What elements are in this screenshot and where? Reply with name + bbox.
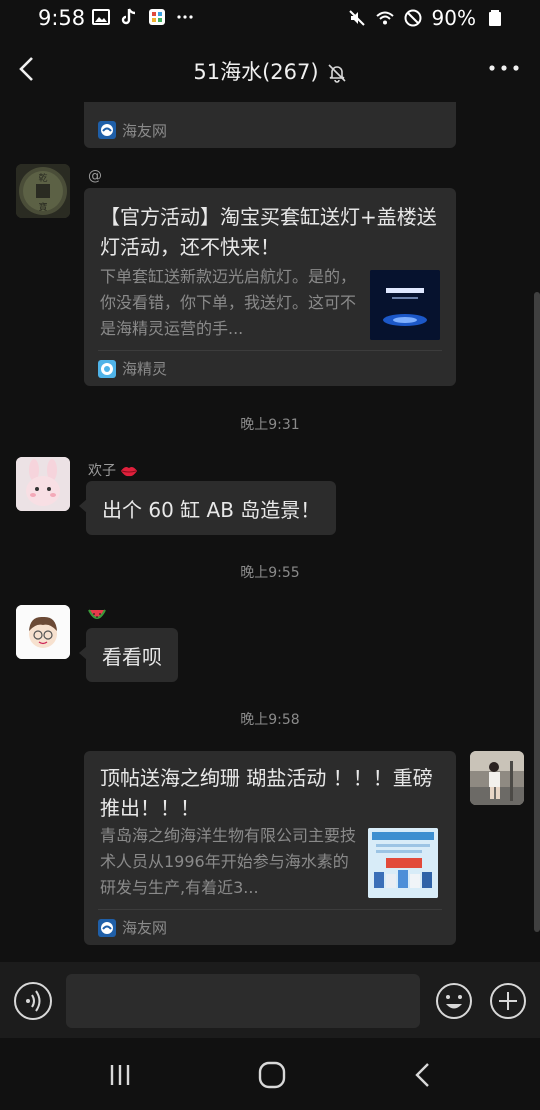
card-description: 下单套缸送新款迈光启航灯。是的，你没看错，你下单，我送灯。这可不是海精灵运营的手…: [100, 267, 356, 338]
system-nav-bar: [0, 1038, 540, 1110]
message-input[interactable]: [66, 974, 420, 1028]
my-avatar[interactable]: [470, 751, 524, 805]
svg-text:乾: 乾: [38, 172, 47, 184]
card-description: 青岛海之绚海洋生物有限公司主要技术人员从1996年开始参与海水素的研发与生产,有…: [100, 826, 357, 897]
battery-percent: 90%: [431, 6, 476, 30]
watermelon-emoji-icon: [88, 609, 106, 619]
haiyouwang-logo-icon: [98, 918, 116, 937]
message-list[interactable]: 海友网 乾 寶 @ 【官方活动】淘宝买套缸送灯+盖楼送灯活动，还不快来！ 下单套…: [0, 102, 540, 962]
chat-header: 51海水(267): [0, 36, 540, 102]
status-bar: 9:58 90%: [0, 0, 540, 36]
card-title: 【官方活动】淘宝买套缸送灯+盖楼送灯活动，还不快来！: [100, 205, 437, 259]
chat-title: 51海水(267): [0, 56, 540, 86]
coin-avatar-icon: 乾 寶: [16, 164, 70, 218]
svg-text:寶: 寶: [38, 201, 47, 213]
timestamp: 晚上9:58: [240, 712, 300, 728]
card-source-name: 海友网: [122, 919, 168, 937]
more-dots-icon[interactable]: [488, 62, 520, 74]
haiyouwang-logo-icon: [98, 121, 116, 139]
notification-icons: [92, 8, 194, 26]
app-store-icon: [149, 9, 165, 25]
link-card[interactable]: 海友网: [84, 102, 456, 148]
battery-icon: [489, 10, 501, 26]
voice-icon: [26, 990, 41, 1012]
sender-name: @: [88, 168, 102, 184]
haijingling-logo-icon: [98, 359, 116, 378]
sender-name: 欢子: [88, 460, 138, 480]
nav-back-icon[interactable]: [402, 1060, 442, 1090]
timestamp: 晚上9:31: [240, 417, 300, 433]
bunny-avatar-icon: [16, 457, 70, 511]
mute-bell-icon: [328, 64, 346, 83]
plus-icon[interactable]: [489, 982, 527, 1020]
scrollbar[interactable]: [534, 292, 540, 932]
coral-salt-promo-image: [368, 828, 438, 898]
link-card[interactable]: 顶帖送海之绚珊 瑚盐活动 ！！！重磅推出！！！ 青岛海之绚海洋生物有限公司主要技…: [84, 751, 456, 945]
lips-emoji-icon: [121, 467, 138, 477]
group-name: 51海水(267): [193, 60, 319, 84]
cartoon-boy-avatar-icon: [16, 605, 70, 659]
timestamp: 晚上9:55: [240, 565, 300, 581]
card-source-name: 海友网: [122, 121, 168, 140]
photo-avatar-icon: [470, 751, 524, 805]
avatar[interactable]: [16, 605, 70, 659]
home-icon[interactable]: [252, 1060, 292, 1090]
more-notifications-icon: [177, 15, 193, 19]
card-source-name: 海精灵: [122, 360, 168, 378]
card-thumbnail: [368, 828, 438, 898]
mute-icon: [348, 10, 365, 26]
voice-button[interactable]: [14, 982, 52, 1020]
card-source: 海精灵: [98, 350, 442, 386]
wifi-icon: [375, 11, 394, 25]
message-bubble[interactable]: 看看呗: [79, 628, 178, 682]
emoji-icon[interactable]: [435, 982, 473, 1020]
recents-icon[interactable]: [100, 1060, 140, 1090]
link-card[interactable]: 【官方活动】淘宝买套缸送灯+盖楼送灯活动，还不快来！ 下单套缸送新款迈光启航灯。…: [84, 188, 456, 386]
status-time: 9:58: [38, 6, 86, 30]
status-right: 90%: [348, 6, 504, 30]
gallery-icon: [92, 9, 110, 25]
sender-name: [88, 607, 106, 623]
do-not-disturb-icon: [404, 9, 422, 27]
card-source: 海友网: [98, 112, 442, 148]
card-title: 顶帖送海之绚珊 瑚盐活动 ！！！重磅推出！！！: [100, 766, 433, 820]
lamp-promo-image: [370, 270, 440, 340]
input-bar: [0, 962, 540, 1038]
card-source: 海友网: [98, 909, 442, 945]
sender-name-text: 欢子: [88, 463, 116, 479]
card-thumbnail: [370, 270, 440, 340]
tiktok-icon: [121, 8, 136, 25]
avatar[interactable]: 乾 寶: [16, 164, 70, 218]
message-bubble[interactable]: 出个 60 缸 AB 岛造景！: [78, 481, 337, 535]
avatar[interactable]: [16, 457, 70, 511]
